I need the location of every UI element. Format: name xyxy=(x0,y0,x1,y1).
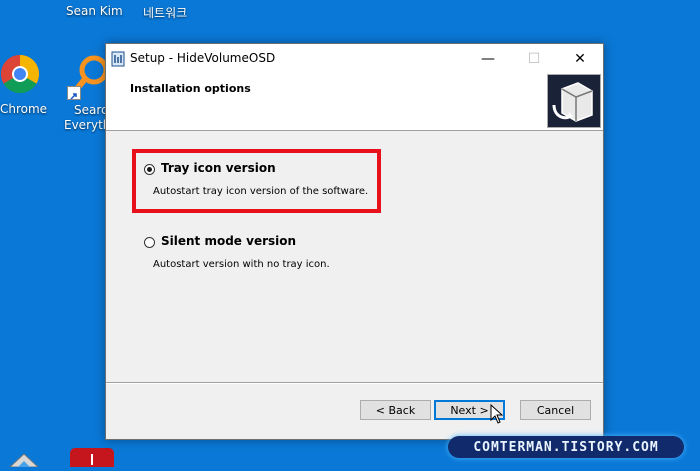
back-button[interactable]: < Back xyxy=(360,400,431,420)
mouse-cursor-icon xyxy=(490,404,504,424)
minimize-icon: — xyxy=(481,51,495,67)
silent-mode-radio[interactable] xyxy=(144,237,155,248)
close-button[interactable]: ✕ xyxy=(557,44,603,74)
setup-dialog: Setup - HideVolumeOSD — ☐ ✕ Installation… xyxy=(105,43,604,440)
page-title: Installation options xyxy=(130,82,251,95)
desktop-icon-partial-red[interactable] xyxy=(70,448,114,467)
installer-logo-image xyxy=(547,74,601,128)
highlight-annotation-box xyxy=(132,149,381,213)
title-bar[interactable]: Setup - HideVolumeOSD — ☐ ✕ xyxy=(106,44,603,74)
computer-box-icon xyxy=(552,82,593,122)
minimize-button[interactable]: — xyxy=(465,44,511,74)
shortcut-arrow-icon xyxy=(67,86,81,100)
maximize-icon: ☐ xyxy=(527,51,541,67)
wizard-header: Installation options xyxy=(106,74,603,131)
chrome-desktop-label[interactable]: Chrome xyxy=(0,102,47,116)
button-separator xyxy=(106,382,603,384)
silent-mode-option-description: Autostart version with no tray icon. xyxy=(153,259,330,270)
silent-mode-option-label[interactable]: Silent mode version xyxy=(161,234,296,248)
close-icon: ✕ xyxy=(574,51,586,67)
setup-app-icon xyxy=(111,51,125,67)
desktop-user-label[interactable]: Sean Kim xyxy=(66,4,123,18)
desktop-network-label[interactable]: 네트워크 xyxy=(143,4,187,21)
cancel-button[interactable]: Cancel xyxy=(520,400,591,420)
blog-watermark: COMTERMAN.TISTORY.COM xyxy=(448,436,684,458)
chrome-desktop-icon[interactable] xyxy=(0,52,40,96)
desktop-icon-partial-left[interactable] xyxy=(8,452,40,471)
maximize-button[interactable]: ☐ xyxy=(511,44,557,74)
chrome-icon xyxy=(0,54,40,94)
window-title: Setup - HideVolumeOSD xyxy=(130,51,276,65)
